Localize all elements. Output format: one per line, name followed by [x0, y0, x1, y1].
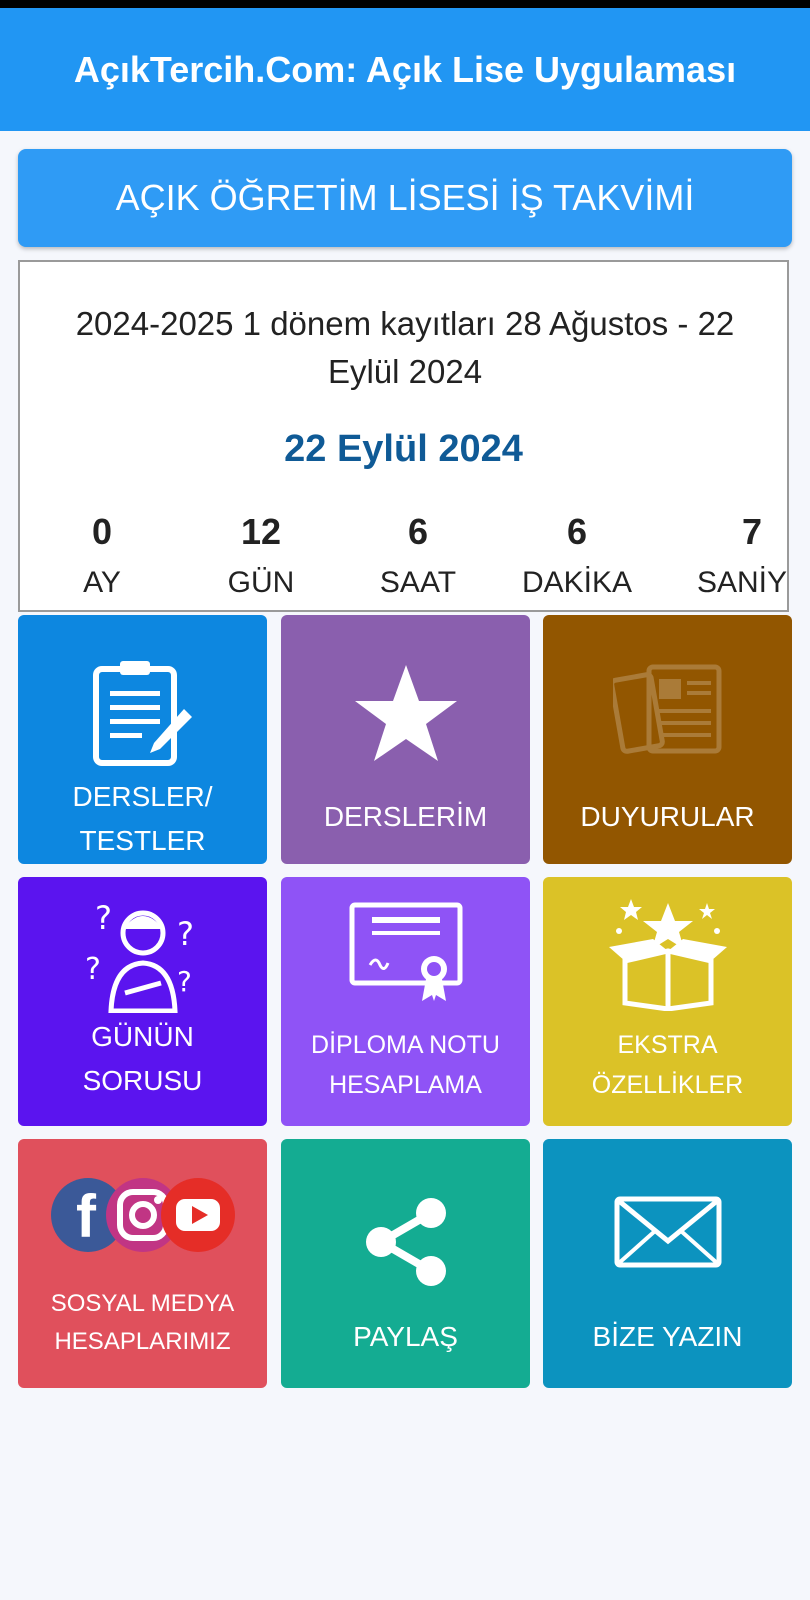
- status-bar: [0, 0, 810, 8]
- envelope-icon: [543, 1195, 792, 1269]
- countdown-seconds: 7 SANİYE: [672, 511, 787, 600]
- tile-label: DİPLOMA NOTU HESAPLAMA: [285, 1025, 526, 1105]
- svg-text:f: f: [76, 1183, 97, 1250]
- countdown-unit: GÜN: [227, 566, 295, 599]
- tile-label-line1: DİPLOMA NOTU: [311, 1031, 500, 1059]
- tile-label: PAYLAŞ: [353, 1321, 458, 1352]
- countdown-value: 6: [566, 511, 588, 552]
- tile-label-line2: HESAPLAMA: [329, 1071, 482, 1099]
- countdown-value: 0: [91, 511, 113, 552]
- tile-label: EKSTRA ÖZELLİKLER: [547, 1025, 788, 1105]
- event-date: 22 Eylül 2024: [284, 428, 523, 470]
- tile-lessons-tests[interactable]: DERSLER/ TESTLER: [18, 615, 267, 864]
- tile-label-line2: ÖZELLİKLER: [591, 1071, 744, 1099]
- countdown-unit: DAKİKA: [521, 566, 633, 599]
- tile-announcements[interactable]: DUYURULAR: [543, 615, 792, 864]
- countdown-months: 0 AY: [22, 512, 182, 600]
- countdown-hours: 6 SAAT: [338, 512, 498, 600]
- countdown-days: 12 GÜN: [181, 512, 341, 600]
- gift-box-icon: [543, 891, 792, 1011]
- clipboard-pencil-icon: [18, 657, 267, 769]
- tile-label: GÜNÜN SORUSU: [22, 1015, 263, 1103]
- star-icon: [281, 661, 530, 767]
- tile-share[interactable]: PAYLAŞ: [281, 1139, 530, 1388]
- tile-label-line2: SORUSU: [82, 1065, 203, 1096]
- tile-label: DERSLER/ TESTLER: [22, 775, 263, 863]
- app-bar: AçıkTercih.Com: Açık Lise Uygulaması: [0, 8, 810, 131]
- app-title: AçıkTercih.Com: Açık Lise Uygulaması: [73, 48, 737, 90]
- tile-label: DERSLERİM: [323, 801, 488, 832]
- tile-label-line1: SOSYAL MEDYA: [50, 1290, 235, 1317]
- tile-label-line2: TESTLER: [79, 825, 206, 856]
- countdown-value: 12: [240, 511, 282, 552]
- svg-text:?: ?: [177, 915, 194, 953]
- countdown-card: 2024-2025 1 dönem kayıtları 28 Ağustos -…: [18, 260, 789, 612]
- countdown-value: 6: [407, 511, 429, 552]
- tile-label-line2: HESAPLARIMIZ: [54, 1328, 231, 1355]
- share-icon: [281, 1197, 530, 1287]
- countdown-unit: AY: [83, 566, 121, 599]
- tile-label-line1: GÜNÜN: [91, 1021, 194, 1052]
- countdown-unit: SAAT: [379, 566, 457, 599]
- svg-text:?: ?: [177, 965, 192, 998]
- thinking-person-icon: ? ? ? ?: [18, 893, 267, 1013]
- tile-label-line1: DERSLER/: [72, 781, 213, 812]
- tile-label: BİZE YAZIN: [592, 1321, 743, 1352]
- work-calendar-button-label: AÇIK ÖĞRETİM LİSESİ İŞ TAKVİMİ: [115, 177, 695, 218]
- tile-question-of-day[interactable]: ? ? ? ? GÜNÜN SORUSU: [18, 877, 267, 1126]
- tile-contact-us[interactable]: BİZE YAZIN: [543, 1139, 792, 1388]
- svg-text:?: ?: [95, 899, 112, 937]
- tile-social-media[interactable]: f SOSYAL MEDYA HESAPLARIMIZ: [18, 1139, 267, 1388]
- tile-label: DUYURULAR: [580, 801, 755, 832]
- tile-label-line1: EKSTRA: [617, 1031, 718, 1059]
- countdown-value: 7: [741, 511, 763, 552]
- diploma-icon: [281, 901, 530, 1005]
- social-media-icon: f: [18, 1175, 267, 1255]
- tile-extra-features[interactable]: EKSTRA ÖZELLİKLER: [543, 877, 792, 1126]
- svg-text:?: ?: [85, 952, 101, 987]
- event-description: 2024-2025 1 dönem kayıtları 28 Ağustos -…: [75, 305, 735, 390]
- newspaper-icon: [543, 663, 792, 755]
- tile-diploma-calc[interactable]: DİPLOMA NOTU HESAPLAMA: [281, 877, 530, 1126]
- tile-label: SOSYAL MEDYA HESAPLARIMIZ: [22, 1285, 263, 1361]
- countdown-minutes: 6 DAKİKA: [497, 512, 657, 600]
- tile-my-lessons[interactable]: DERSLERİM: [281, 615, 530, 864]
- work-calendar-button[interactable]: AÇIK ÖĞRETİM LİSESİ İŞ TAKVİMİ: [18, 149, 792, 247]
- countdown-unit: SANİYE: [696, 566, 787, 599]
